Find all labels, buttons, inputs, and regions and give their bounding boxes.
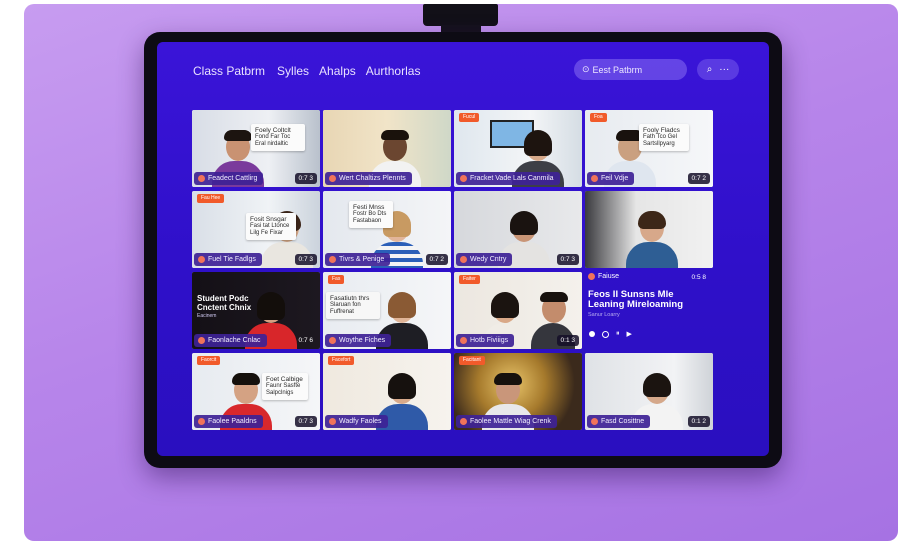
duration-badge: 0:7 6	[298, 337, 313, 344]
search-input[interactable]: ⊙ Eest Patbrm	[574, 59, 687, 80]
status-icon[interactable]	[602, 330, 609, 338]
mic-icon	[198, 175, 205, 182]
mic-icon	[460, 256, 467, 263]
webcam	[423, 4, 498, 26]
promo-header: Faiuse	[588, 273, 619, 280]
video-tile[interactable]: Fooly Fladcs Fath Tco Gel Sartsllpyarg Foa…	[585, 110, 713, 187]
mic-icon	[329, 175, 336, 182]
caption-card: Foet Calbige Faunr Sasfte Salpclnigs	[262, 373, 308, 400]
participant-label: Hotb Fiviiigs	[456, 334, 515, 347]
participant-label: Tivrs & Penige	[325, 253, 391, 266]
video-tile[interactable]: Student Podc Cnctent Chnix Eacinem Faonlac…	[192, 272, 320, 349]
promo-panel[interactable]: Faiuse 0:5 8 Feos II Sunsns Mle Leaning …	[585, 272, 713, 349]
video-tile[interactable]: Faiter Hotb Fiviiigs 0:1 3	[454, 272, 582, 349]
tile-badge: Facefort	[328, 356, 355, 365]
participant-label: Wert Chaltizs Plennts	[325, 172, 412, 185]
video-tile[interactable]: Festi Mnss Fostr Bo Dts Fastabaon Tivrs & …	[323, 191, 451, 268]
promo-title: Feos II Sunsns Mle Leaning Mireloaming	[588, 289, 684, 310]
tile-badge: Faiter	[459, 275, 480, 284]
mic-icon	[329, 418, 336, 425]
search-placeholder: Eest Patbrm	[592, 64, 643, 75]
mic-icon	[460, 337, 467, 344]
participant-label: Feadect Cattlirg	[194, 172, 264, 185]
duration-badge: 0:5 8	[691, 274, 706, 281]
tile-badge: Faorcit	[197, 356, 221, 365]
tile-badge: Foa	[590, 113, 607, 122]
nav-item-class-platform[interactable]: Class Patbrm	[193, 64, 265, 78]
mic-icon	[198, 418, 205, 425]
caption-card: Festi Mnss Fostr Bo Dts Fastabaon	[349, 201, 393, 228]
pause-icon[interactable]: ⏸	[616, 330, 620, 338]
play-icon[interactable]: ▶︎	[627, 330, 632, 338]
participant-label: Feil Vdje	[587, 172, 635, 185]
tile-badge: Fucul	[459, 113, 480, 122]
tile-badge: Fas	[328, 275, 345, 284]
mic-icon	[460, 418, 467, 425]
mic-icon	[329, 256, 336, 263]
mic-icon	[460, 175, 467, 182]
promo-subtitle: Sanur Loarry	[588, 312, 620, 318]
duration-badge: 0:7 2	[687, 173, 710, 184]
duration-badge: 0:1 2	[687, 416, 710, 427]
nav-item-apps[interactable]: Ahalps	[319, 64, 356, 78]
tile-badge: Facitant	[459, 356, 485, 365]
video-tile[interactable]: Facefort Wadfy Faoles	[323, 353, 451, 430]
duration-badge: 0:7 3	[294, 416, 317, 427]
nav-item-authors[interactable]: Aurthorlas	[366, 64, 421, 78]
nav-menu: Class Patbrm Sylles Ahalps Aurthorlas	[193, 64, 420, 78]
video-tile[interactable]: Foet Calbige Faunr Sasfte Salpclnigs Faorc…	[192, 353, 320, 430]
duration-badge: 0:1 3	[556, 335, 579, 346]
video-tile[interactable]: Fosit Snsgar Fasi tat Ltonce Lilg Fe Fixar…	[192, 191, 320, 268]
video-tile[interactable]: Facitant Faolee Mattle Wiag Crenk	[454, 353, 582, 430]
mic-icon	[591, 418, 598, 425]
participant-label: Woythe Fiches	[325, 334, 392, 347]
playback-controls: ⏸ ▶︎	[589, 330, 632, 338]
participant-label: Fracket Vade Lals Canmila	[456, 172, 560, 185]
video-tile[interactable]	[585, 191, 713, 268]
search-icon[interactable]: ⌕	[707, 64, 713, 75]
mic-icon	[588, 273, 595, 280]
tablet-bezel: Class Patbrm Sylles Ahalps Aurthorlas ⊙ …	[144, 32, 782, 468]
record-icon[interactable]	[589, 331, 595, 337]
duration-badge: 0:7 3	[294, 173, 317, 184]
participant-label: Faolee Paaldns	[194, 415, 263, 428]
top-bar: Class Patbrm Sylles Ahalps Aurthorlas ⊙ …	[157, 42, 769, 92]
nav-item-styles[interactable]: Sylles	[277, 64, 309, 78]
video-tile[interactable]: Fasatiutn thrs Slaruan fon Fuffrenat Fas W…	[323, 272, 451, 349]
mic-icon	[329, 337, 336, 344]
mic-icon	[198, 256, 205, 263]
mic-icon	[198, 337, 205, 344]
video-tile[interactable]: Wedy Cntry 0:7 3	[454, 191, 582, 268]
duration-badge: 0:7 2	[425, 254, 448, 265]
video-tile[interactable]: Foely Coltclt Fond Far Toc Eral nirdaltic …	[192, 110, 320, 187]
participant-label: Wadfy Faoles	[325, 415, 388, 428]
caption-card: Fasatiutn thrs Slaruan fon Fuffrenat	[326, 292, 380, 319]
caption-card: Foely Coltclt Fond Far Toc Eral nirdaltic	[251, 124, 305, 151]
participant-label: Faonlache Cnlac	[194, 334, 267, 347]
participant-grid: Foely Coltclt Fond Far Toc Eral nirdaltic …	[192, 110, 733, 430]
search-icon: ⊙	[582, 64, 590, 74]
more-icon[interactable]: ···	[719, 64, 729, 75]
tile-badge: Fau Hee	[197, 194, 225, 203]
duration-badge: 0:7 3	[556, 254, 579, 265]
toolbar-actions: ⌕ ···	[697, 59, 739, 80]
participant-label: Faolee Mattle Wiag Crenk	[456, 415, 557, 428]
tile-overlay-text: Student Podc Cnctent Chnix Eacinem	[197, 294, 252, 319]
duration-badge: 0:7 3	[294, 254, 317, 265]
video-conference-screen: Class Patbrm Sylles Ahalps Aurthorlas ⊙ …	[157, 42, 769, 456]
participant-label: Fuel Tie Fadlgs	[194, 253, 262, 266]
caption-card: Fooly Fladcs Fath Tco Gel Sartsllpyarg	[639, 124, 689, 151]
participant-label: Fasd Cosittne	[587, 415, 651, 428]
participant-label: Wedy Cntry	[456, 253, 513, 266]
mic-icon	[591, 175, 598, 182]
caption-card: Fosit Snsgar Fasi tat Ltonce Lilg Fe Fixar	[246, 213, 296, 240]
video-tile[interactable]: Wert Chaltizs Plennts	[323, 110, 451, 187]
video-tile[interactable]: Fasd Cosittne 0:1 2	[585, 353, 713, 430]
video-tile[interactable]: Fucul Fracket Vade Lals Canmila	[454, 110, 582, 187]
